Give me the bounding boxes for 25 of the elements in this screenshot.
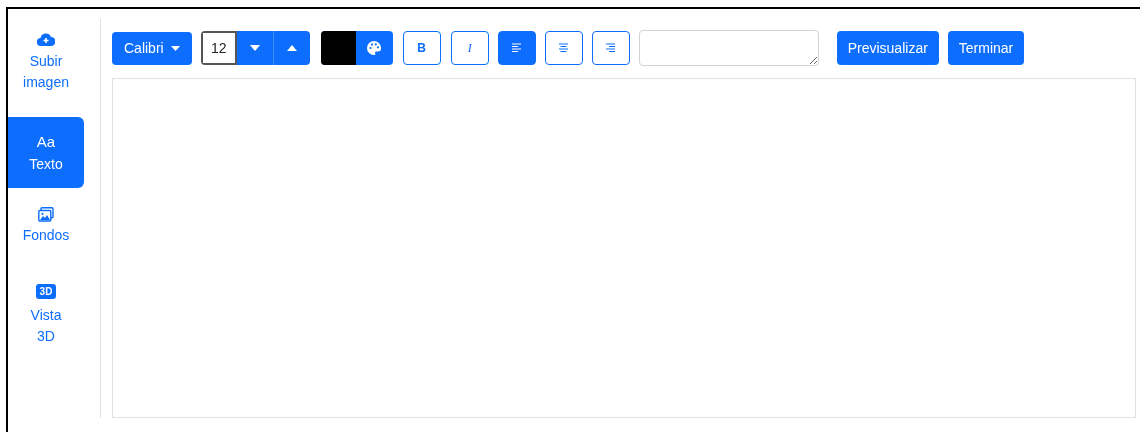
italic-button[interactable]: I bbox=[450, 31, 489, 65]
align-right-icon bbox=[606, 43, 616, 53]
caret-down-icon bbox=[170, 45, 180, 51]
text-input[interactable] bbox=[638, 30, 819, 66]
bold-button[interactable]: B bbox=[402, 31, 441, 65]
preview-button[interactable]: Previsualizar bbox=[836, 31, 939, 65]
cloud-upload-icon bbox=[37, 33, 55, 47]
sidebar-item[interactable]: Aa Texto bbox=[8, 117, 84, 188]
caret-down-icon bbox=[249, 45, 260, 51]
align-left-icon bbox=[512, 43, 522, 53]
align-right-button[interactable] bbox=[591, 31, 630, 65]
decrease-button[interactable] bbox=[236, 31, 274, 65]
sidebar-item[interactable]: 3D Vista 3D bbox=[8, 276, 84, 349]
palette-icon bbox=[367, 41, 382, 55]
font-dropdown[interactable]: Calibri bbox=[112, 31, 192, 65]
color-swatch[interactable] bbox=[320, 31, 356, 65]
align-center-button[interactable] bbox=[544, 31, 583, 65]
caret-up-icon bbox=[286, 45, 297, 51]
align-center-icon bbox=[559, 43, 569, 53]
sidebar-item[interactable]: Fondos bbox=[8, 201, 84, 248]
align-left-button[interactable] bbox=[497, 31, 536, 65]
sidebar-item[interactable]: Subir imagen bbox=[8, 27, 84, 95]
finish-button[interactable]: Terminar bbox=[947, 31, 1025, 65]
images-icon bbox=[38, 206, 54, 222]
increase-button[interactable] bbox=[273, 31, 310, 65]
